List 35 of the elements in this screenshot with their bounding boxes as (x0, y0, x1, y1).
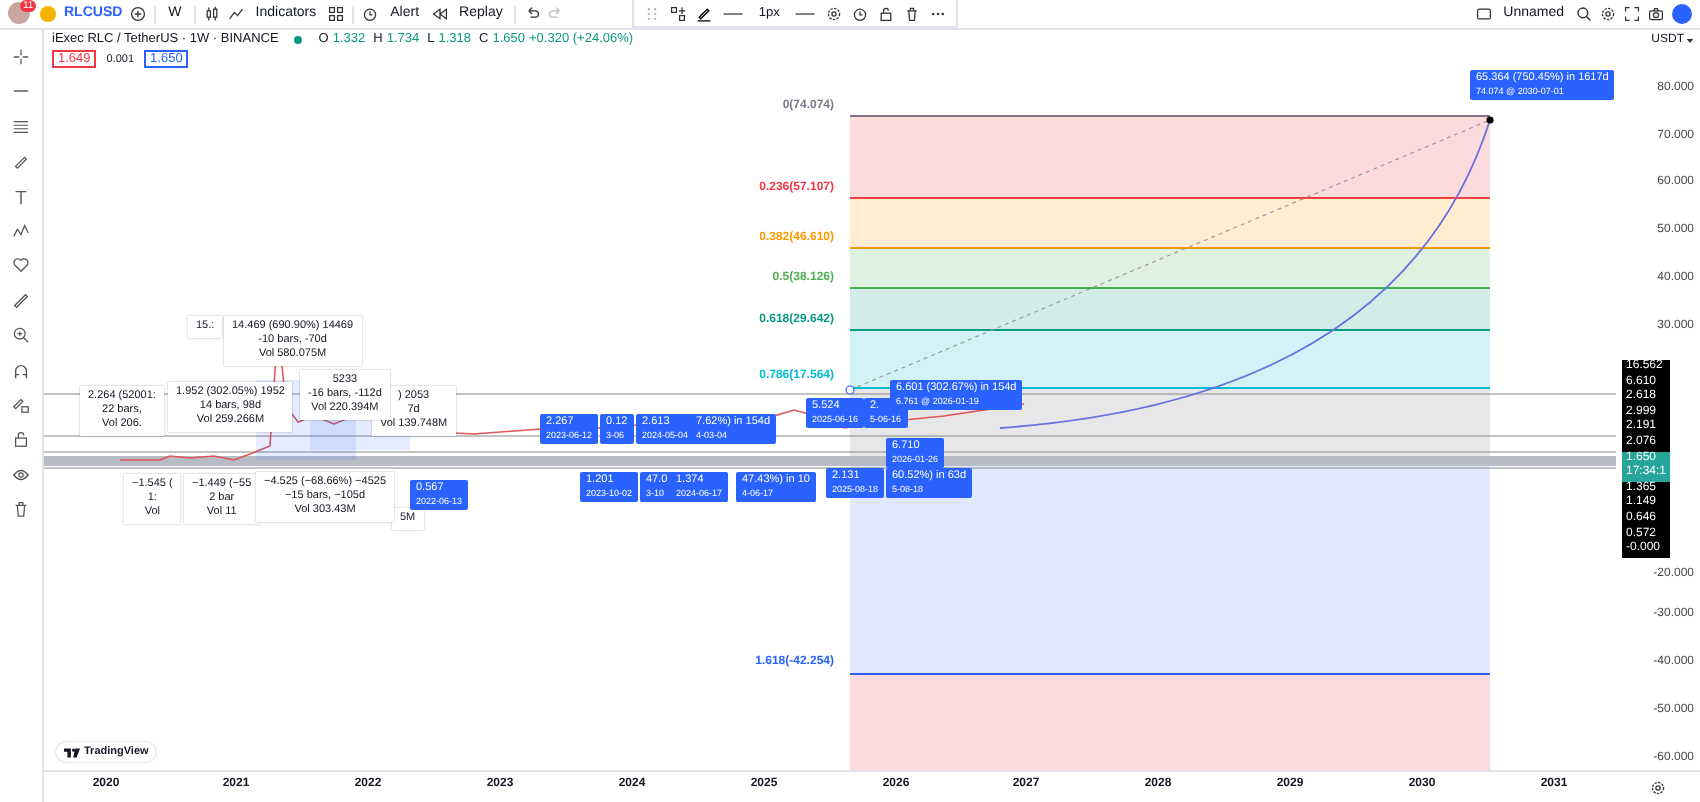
anchor-point[interactable] (1486, 116, 1494, 124)
alarm-clock-icon[interactable] (851, 5, 868, 21)
eye-icon[interactable] (12, 465, 30, 484)
settings-icon[interactable] (1600, 6, 1616, 22)
lock-icon[interactable] (12, 430, 30, 449)
pen-icon[interactable] (696, 5, 713, 21)
add-icon[interactable] (130, 6, 147, 22)
logo-icon (64, 747, 80, 757)
zoom-icon[interactable] (12, 326, 30, 345)
lock-icon[interactable] (877, 5, 894, 21)
settings-icon[interactable] (825, 5, 842, 21)
template-icon[interactable] (670, 5, 687, 21)
heart-icon[interactable] (12, 256, 30, 275)
text-icon[interactable] (12, 187, 30, 206)
crosshair-icon[interactable] (12, 48, 30, 66)
undo-icon[interactable] (524, 6, 541, 22)
lines-icon[interactable] (12, 117, 30, 136)
pattern-icon[interactable] (12, 221, 30, 240)
magnet-icon[interactable] (12, 361, 30, 380)
camera-icon[interactable] (1648, 6, 1664, 22)
search-icon[interactable] (1576, 6, 1592, 22)
fullscreen-icon[interactable] (1624, 6, 1640, 22)
candles-icon[interactable] (203, 6, 220, 22)
rewind-icon (431, 6, 448, 22)
publish-avatar[interactable] (1672, 4, 1692, 24)
market-status-dot (294, 35, 303, 43)
chart-line-icon (227, 6, 244, 22)
grid-icon[interactable] (328, 6, 345, 22)
trash-icon[interactable] (12, 500, 30, 519)
alarm-clock-icon (362, 6, 379, 22)
pen-icon[interactable] (12, 152, 30, 171)
settings-icon[interactable] (1650, 779, 1666, 795)
coin-icon (40, 6, 56, 22)
trash-icon[interactable] (903, 5, 920, 21)
caret-icon[interactable] (1686, 37, 1694, 43)
